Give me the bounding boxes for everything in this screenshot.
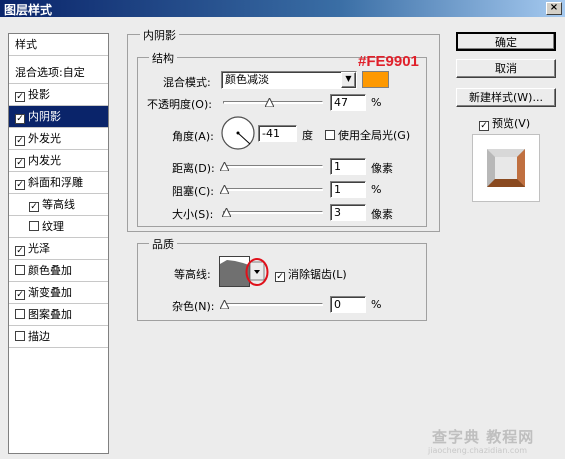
distance-input[interactable]: 1: [330, 158, 366, 175]
opacity-unit: %: [371, 96, 382, 109]
antialias-checkbox[interactable]: ✓ 消除锯齿(L): [275, 266, 347, 282]
style-list-item[interactable]: ✓ 等高线: [9, 194, 108, 216]
style-list-item-label: 图案叠加: [28, 308, 72, 321]
style-checkbox[interactable]: [29, 221, 39, 231]
inner-shadow-title: 内阴影: [140, 27, 179, 43]
style-checkbox[interactable]: ✓: [15, 92, 25, 102]
angle-input[interactable]: -41: [258, 125, 297, 142]
size-slider-thumb[interactable]: [222, 208, 231, 217]
style-list-item-label: 混合选项:自定: [15, 66, 85, 79]
style-list-item-label: 光泽: [28, 242, 50, 255]
watermark-text: 查字典 教程网: [432, 428, 535, 446]
new-style-button[interactable]: 新建样式(W)...: [456, 88, 556, 107]
quality-title: 品质: [149, 236, 177, 252]
contour-picker[interactable]: [219, 256, 271, 288]
structure-title: 结构: [149, 50, 177, 66]
blend-mode-select[interactable]: 颜色减淡 ▼: [221, 71, 357, 89]
cancel-button[interactable]: 取消: [456, 59, 556, 78]
noise-unit: %: [371, 298, 382, 311]
style-checkbox[interactable]: ✓: [15, 246, 25, 256]
style-list-item[interactable]: 纹理: [9, 216, 108, 238]
style-checkbox[interactable]: ✓: [15, 136, 25, 146]
choke-slider-thumb[interactable]: [220, 185, 229, 194]
style-list-header: 样式: [9, 34, 108, 56]
blend-mode-value: 颜色减淡: [225, 73, 269, 86]
style-checkbox[interactable]: ✓: [29, 202, 39, 212]
style-list-item-label: 描边: [28, 330, 50, 343]
style-list-item[interactable]: ✓ 投影: [9, 84, 108, 106]
preview-label: 预览(V): [492, 117, 531, 130]
global-light-check-icon: [325, 130, 335, 140]
chevron-down-icon[interactable]: ▼: [341, 72, 356, 88]
opacity-slider-thumb[interactable]: [265, 98, 274, 107]
opacity-input[interactable]: 47: [330, 94, 366, 111]
style-list-item-label: 内发光: [28, 154, 61, 167]
noise-input[interactable]: 0: [330, 296, 366, 313]
preview-thumbnail: [472, 134, 540, 202]
opacity-label: 不透明度(O):: [147, 98, 212, 111]
distance-slider-thumb[interactable]: [220, 162, 229, 171]
style-list-item[interactable]: 混合选项:自定: [9, 62, 108, 84]
style-checkbox[interactable]: [15, 265, 25, 275]
style-list-item-label: 颜色叠加: [28, 264, 72, 277]
choke-label: 阻塞(C):: [172, 185, 214, 198]
noise-slider[interactable]: [223, 303, 323, 306]
style-list-item[interactable]: ✓ 内发光: [9, 150, 108, 172]
style-list-item-label: 斜面和浮雕: [28, 176, 83, 189]
style-list-item[interactable]: 图案叠加: [9, 304, 108, 326]
distance-slider[interactable]: [223, 165, 323, 168]
size-slider[interactable]: [223, 211, 323, 214]
distance-unit: 像素: [371, 162, 393, 175]
style-checkbox[interactable]: ✓: [15, 114, 25, 124]
size-input[interactable]: 3: [330, 204, 366, 221]
distance-label: 距离(D):: [172, 162, 215, 175]
bevel-preview-icon: [487, 149, 525, 187]
style-list-item[interactable]: ✓ 渐变叠加: [9, 282, 108, 304]
style-list-item-label: 投影: [28, 88, 50, 101]
antialias-label: 消除锯齿(L): [288, 268, 347, 281]
style-list-item-label: 内阴影: [28, 110, 61, 123]
contour-label: 等高线:: [174, 268, 211, 281]
style-list-item[interactable]: ✓ 内阴影: [9, 106, 108, 128]
choke-unit: %: [371, 183, 382, 196]
style-list-item[interactable]: ✓ 光泽: [9, 238, 108, 260]
style-checkbox[interactable]: [15, 331, 25, 341]
watermark-url: jiaocheng.chazidian.com: [428, 446, 528, 455]
style-checkbox[interactable]: [15, 309, 25, 319]
noise-label: 杂色(N):: [172, 300, 215, 313]
ok-button[interactable]: 确定: [456, 32, 556, 51]
preview-checkbox[interactable]: ✓ 预览(V): [479, 115, 530, 131]
style-checkbox[interactable]: ✓: [15, 158, 25, 168]
style-list-item[interactable]: ✓ 斜面和浮雕: [9, 172, 108, 194]
style-list-item-label: 渐变叠加: [28, 286, 72, 299]
shadow-color-swatch[interactable]: [362, 71, 389, 88]
style-list-item[interactable]: 颜色叠加: [9, 260, 108, 282]
global-light-checkbox[interactable]: 使用全局光(G): [325, 127, 410, 143]
style-list-item[interactable]: ✓ 外发光: [9, 128, 108, 150]
blend-mode-label: 混合模式:: [163, 76, 211, 89]
antialias-check-icon: ✓: [275, 272, 285, 282]
angle-dial[interactable]: [220, 115, 256, 151]
window-title: 图层样式: [4, 3, 53, 17]
choke-input[interactable]: 1: [330, 181, 366, 198]
style-list: 样式 混合选项:自定 ✓ 投影 ✓ 内阴影 ✓ 外发光 ✓ 内发光 ✓ 斜面和浮雕 ✓ 等高线 纹理 ✓ 光泽…: [8, 33, 109, 454]
style-checkbox[interactable]: ✓: [15, 290, 25, 300]
angle-label: 角度(A):: [172, 130, 214, 143]
choke-slider[interactable]: [223, 188, 323, 191]
style-list-item[interactable]: 描边: [9, 326, 108, 348]
style-list-item-label: 外发光: [28, 132, 61, 145]
preview-check-icon: ✓: [479, 121, 489, 131]
size-unit: 像素: [371, 208, 393, 221]
noise-slider-thumb[interactable]: [220, 300, 229, 309]
style-checkbox[interactable]: ✓: [15, 180, 25, 190]
color-annotation: #FE9901: [358, 53, 419, 70]
style-list-item-label: 纹理: [42, 220, 64, 233]
style-list-item-label: 等高线: [42, 198, 75, 211]
size-label: 大小(S):: [172, 208, 214, 221]
title-bar[interactable]: [0, 0, 565, 17]
angle-unit: 度: [302, 129, 313, 142]
close-button[interactable]: ×: [546, 2, 562, 15]
global-light-label: 使用全局光(G): [338, 129, 411, 142]
